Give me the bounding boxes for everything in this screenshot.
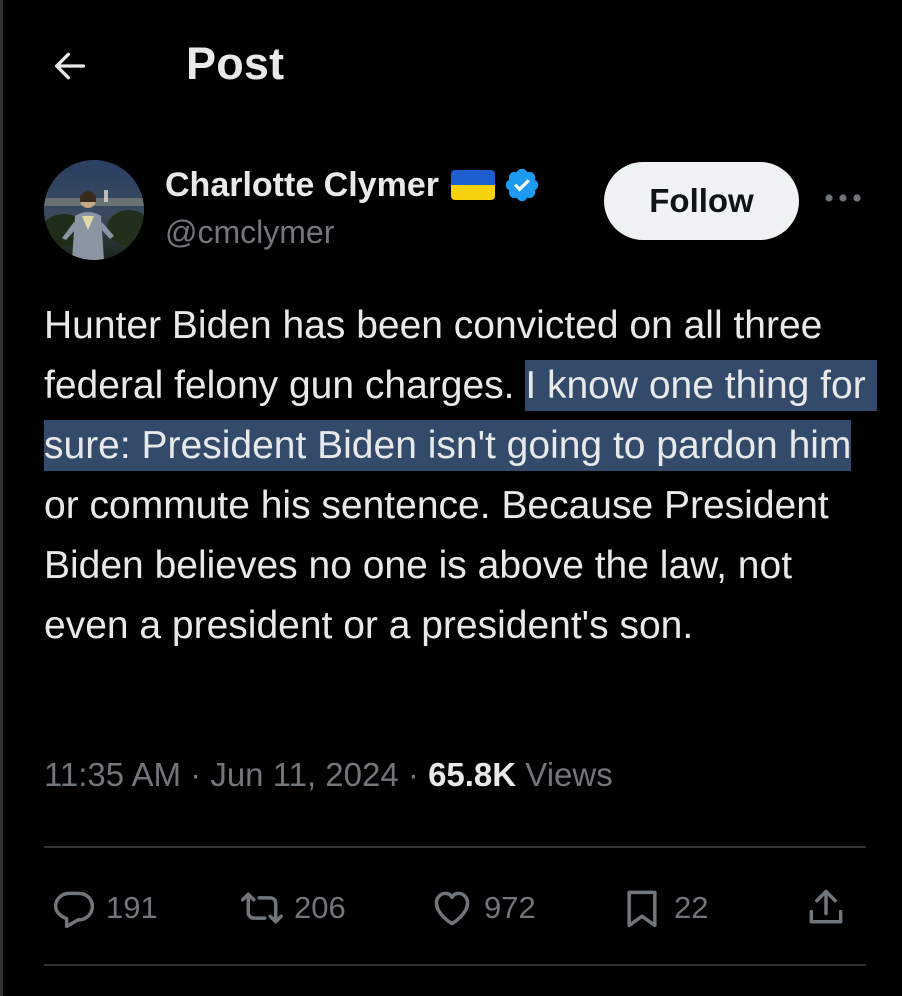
- heart-icon: [430, 886, 474, 930]
- repost-count: 206: [294, 890, 346, 925]
- reply-icon: [52, 886, 96, 930]
- page-title: Post: [186, 38, 285, 89]
- left-border: [0, 0, 3, 996]
- follow-button[interactable]: Follow: [604, 162, 799, 240]
- views-label: Views: [525, 756, 613, 793]
- back-button[interactable]: [42, 40, 98, 96]
- ukraine-flag-icon: [450, 170, 495, 200]
- arrow-left-icon: [50, 46, 90, 91]
- repost-icon: [240, 886, 284, 930]
- meta-separator: ·: [407, 756, 419, 793]
- bookmark-count: 22: [674, 890, 709, 925]
- tweet-date[interactable]: Jun 11, 2024: [210, 756, 398, 793]
- avatar-image: [44, 160, 144, 260]
- header: Post: [0, 0, 902, 130]
- reply-count: 191: [106, 890, 158, 925]
- more-options-button[interactable]: [815, 180, 871, 220]
- like-button[interactable]: 972: [430, 868, 536, 948]
- divider: [44, 846, 866, 848]
- share-icon: [804, 886, 848, 930]
- author-handle[interactable]: @cmclymer: [165, 214, 334, 251]
- reply-button[interactable]: 191: [52, 868, 158, 948]
- tweet-meta: 11:35 AM · Jun 11, 2024 · 65.8K Views: [44, 756, 613, 794]
- meta-separator: ·: [190, 756, 202, 793]
- repost-button[interactable]: 206: [240, 868, 346, 948]
- more-dots-icon: [821, 191, 865, 209]
- bookmark-button[interactable]: 22: [620, 868, 708, 948]
- share-button[interactable]: [804, 868, 848, 948]
- tweet-text: Hunter Biden has been convicted on all t…: [44, 296, 877, 656]
- verified-badge-icon[interactable]: [503, 166, 541, 204]
- author-name[interactable]: Charlotte Clymer: [165, 166, 439, 205]
- action-bar: 191 206 972 22: [44, 868, 866, 948]
- divider: [44, 964, 866, 966]
- views-count: 65.8K: [428, 756, 517, 793]
- author-name-row: Charlotte Clymer: [165, 162, 541, 208]
- bookmark-icon: [620, 886, 664, 930]
- like-count: 972: [484, 890, 536, 925]
- avatar[interactable]: [44, 160, 144, 260]
- tweet-time[interactable]: 11:35 AM: [44, 756, 181, 793]
